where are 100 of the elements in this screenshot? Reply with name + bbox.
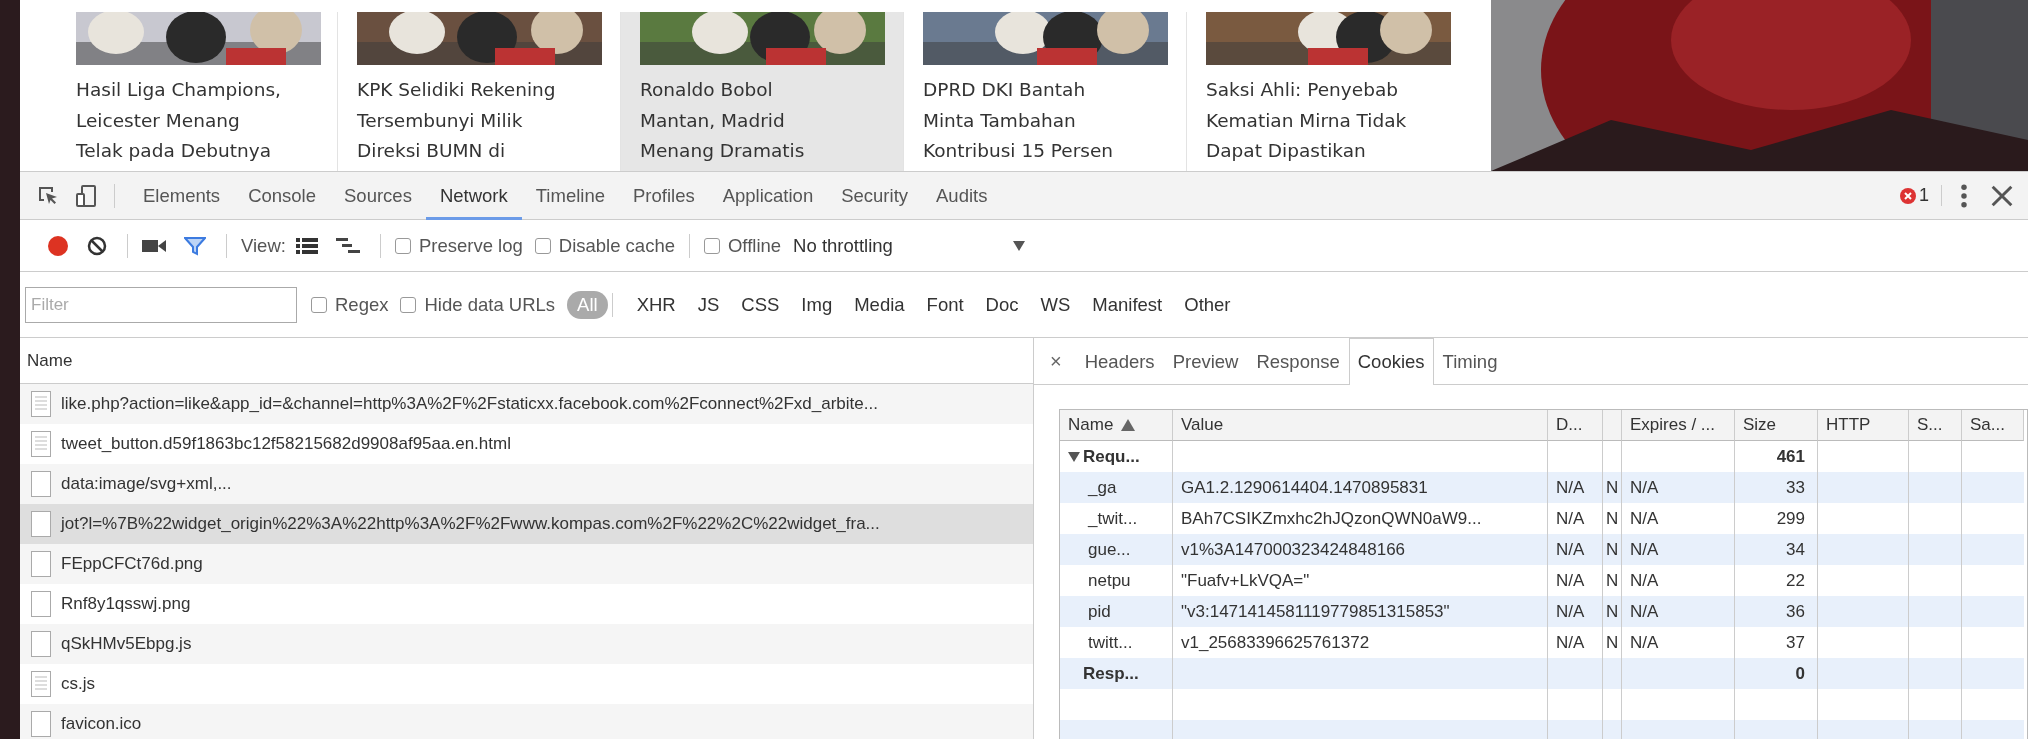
column-header[interactable]: Sa...: [1962, 410, 2024, 441]
file-icon: [31, 711, 51, 737]
panel-tab[interactable]: Elements: [129, 171, 235, 220]
type-filter[interactable]: Img: [791, 290, 843, 319]
request-row[interactable]: jot?l=%7B%22widget_origin%22%3A%22http%3A%2F%2Fwww.kompas.com%2F%22%2C%22widget_fra...: [20, 504, 1033, 544]
detail-tab[interactable]: Headers: [1075, 338, 1164, 384]
table-cell: N: [1603, 534, 1622, 565]
type-filter[interactable]: CSS: [731, 290, 790, 319]
news-headline[interactable]: Hasil Liga Champions, Leicester Menang Telak pada Debutnya: [76, 75, 337, 167]
table-cell: gue...: [1060, 534, 1173, 565]
panel-tab[interactable]: Audits: [922, 171, 1002, 220]
column-header[interactable]: Name: [27, 350, 73, 371]
type-filter[interactable]: Other: [1174, 290, 1241, 319]
table-cell: [1603, 658, 1622, 689]
panel-tab[interactable]: Security: [827, 171, 923, 220]
type-filter[interactable]: WS: [1030, 290, 1081, 319]
device-icon[interactable]: [74, 183, 98, 208]
panel-tab[interactable]: Timeline: [521, 171, 619, 220]
detail-tab[interactable]: Preview: [1163, 338, 1248, 384]
checkbox[interactable]: Hide data URLs: [400, 293, 556, 316]
column-header[interactable]: HTTP: [1818, 410, 1909, 441]
type-filter[interactable]: XHR: [626, 290, 686, 319]
detail-tab[interactable]: Timing: [1433, 338, 1507, 384]
type-filter[interactable]: Font: [916, 290, 974, 319]
table-cell: "v3:1471414581119779851315853": [1173, 596, 1548, 627]
document-icon: [31, 391, 51, 417]
request-row[interactable]: Rnf8y1qsswj.png: [20, 584, 1033, 624]
request-row[interactable]: FEppCFCt76d.png: [20, 544, 1033, 584]
type-filter[interactable]: Doc: [975, 290, 1029, 319]
caret-icon[interactable]: [1012, 240, 1025, 251]
table-cell: pid: [1060, 596, 1173, 627]
waterfall-icon[interactable]: [335, 236, 360, 255]
table-cell: 33: [1735, 472, 1818, 503]
table-cell: N/A: [1548, 472, 1603, 503]
panel-tab[interactable]: Profiles: [619, 171, 709, 220]
expanded-icon[interactable]: [1068, 451, 1080, 462]
table-cell: [1909, 534, 1962, 565]
error-icon: [1900, 187, 1916, 204]
checkbox[interactable]: Preserve log: [394, 234, 523, 257]
table-cell: N: [1603, 596, 1622, 627]
request-row[interactable]: data:image/svg+xml,...: [20, 464, 1033, 504]
file-icon: [31, 511, 51, 537]
request-row[interactable]: qSkHMv5Ebpg.js: [20, 624, 1033, 664]
table-cell: 36: [1735, 596, 1818, 627]
panel-tab[interactable]: Sources: [330, 171, 426, 220]
table-cell: N/A: [1622, 534, 1735, 565]
type-filter[interactable]: JS: [687, 290, 730, 319]
error-count: 1: [1919, 185, 1929, 206]
throttling-dropdown[interactable]: No throttling: [793, 234, 1025, 257]
checkbox[interactable]: Regex: [311, 293, 389, 316]
table-cell: N/A: [1622, 596, 1735, 627]
column-header[interactable]: D...: [1548, 410, 1603, 441]
checkbox[interactable]: Offline: [703, 234, 782, 257]
panel-tab[interactable]: Application: [708, 171, 828, 220]
table-cell: GA1.2.1290614404.1470895831: [1173, 472, 1548, 503]
table-cell: [1962, 596, 2024, 627]
view-label: View:: [241, 234, 286, 257]
table-cell: N: [1603, 472, 1622, 503]
panel-tab[interactable]: Network: [425, 171, 522, 220]
file-icon: [31, 631, 51, 657]
sort-ascending-icon: [1121, 419, 1136, 431]
column-header[interactable]: S...: [1909, 410, 1962, 441]
table-cell: [1962, 534, 2024, 565]
news-headline[interactable]: Saksi Ahli: Penyebab Kematian Mirna Tidak Dapat Dipastikan: [1206, 75, 1470, 167]
request-row[interactable]: like.php?action=like&app_id=&channel=http%3A%2F%2Fstaticxx.facebook.com%2Fconnect%2Fxd_arbite...: [20, 384, 1033, 424]
file-icon: [31, 591, 51, 617]
close-button[interactable]: ×: [1046, 349, 1066, 373]
request-row[interactable]: cs.js: [20, 664, 1033, 704]
checkbox[interactable]: Disable cache: [534, 234, 675, 257]
table-cell: v1%3A147000323424848166: [1173, 534, 1548, 565]
request-row[interactable]: favicon.ico: [20, 704, 1033, 739]
table-cell: [1909, 658, 1962, 689]
detail-tab[interactable]: Response: [1247, 338, 1349, 384]
detail-tab[interactable]: Cookies: [1348, 338, 1434, 385]
document-icon: [31, 431, 51, 457]
file-icon: [31, 551, 51, 577]
table-cell: N/A: [1622, 472, 1735, 503]
filter-icon[interactable]: [184, 235, 206, 256]
filter-field[interactable]: Filter: [25, 286, 297, 323]
column-header[interactable]: Name: [1060, 410, 1173, 441]
list-view-icon[interactable]: [295, 236, 318, 255]
column-header[interactable]: Value: [1173, 410, 1548, 441]
type-filter[interactable]: Media: [844, 290, 915, 319]
table-cell: [1909, 596, 1962, 627]
file-icon: [31, 471, 51, 497]
column-header[interactable]: Expires / ...: [1622, 410, 1735, 441]
table-cell: N/A: [1548, 534, 1603, 565]
news-headline[interactable]: KPK Selidiki Rekening Tersembunyi Milik Direksi BUMN di: [357, 75, 620, 167]
camera-icon[interactable]: [142, 237, 166, 254]
clear-icon[interactable]: [87, 235, 107, 256]
cookie-group: Resp...: [1060, 658, 1173, 689]
panel-tab[interactable]: Console: [234, 171, 330, 220]
record-icon[interactable]: [47, 234, 69, 257]
column-header[interactable]: Size: [1735, 410, 1818, 441]
close-icon[interactable]: [1990, 183, 2014, 208]
news-headline[interactable]: DPRD DKI Bantah Minta Tambahan Kontribusi 15 Persen: [923, 75, 1186, 167]
type-filter[interactable]: Manifest: [1082, 290, 1173, 319]
table-cell: 0: [1735, 658, 1818, 689]
request-row[interactable]: tweet_button.d59f1863bc12f58215682d9908af95aa.en.html: [20, 424, 1033, 464]
table-cell: _ga: [1060, 472, 1173, 503]
